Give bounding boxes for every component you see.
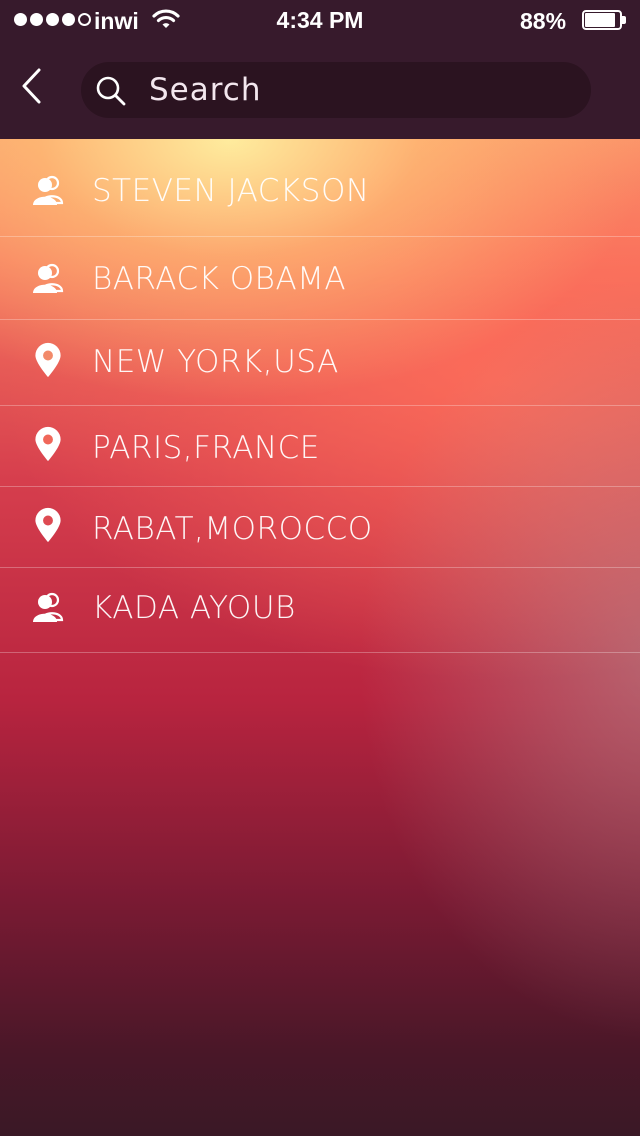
- search-bar[interactable]: [81, 62, 591, 118]
- back-button[interactable]: [14, 64, 54, 108]
- chevron-left-icon: [22, 68, 41, 104]
- list-item-label: BARACK OBAMA: [92, 261, 347, 297]
- status-bar: inwi 4:34 PM 88%: [0, 0, 640, 40]
- list-item-label: RABAT,MOROCCO: [92, 511, 373, 547]
- list-item-steven-jackson[interactable]: STEVEN JACKSON: [0, 139, 640, 237]
- list-item-label: NEW YORK,USA: [92, 344, 339, 380]
- location-pin-icon: [35, 342, 61, 378]
- list-item-rabat[interactable]: RABAT,MOROCCO: [0, 487, 640, 568]
- location-pin-icon: [35, 507, 61, 543]
- person-icon: [33, 175, 64, 205]
- list-item-label: STEVEN JACKSON: [92, 173, 370, 209]
- list-item-kada-ayoub[interactable]: KADA AYOUB: [0, 568, 640, 653]
- list-item-label: KADA AYOUB: [92, 590, 296, 626]
- search-input[interactable]: [149, 68, 569, 112]
- battery-percentage: 88%: [520, 8, 567, 34]
- search-icon: [96, 76, 126, 106]
- list-item-new-york[interactable]: NEW YORK,USA: [0, 320, 640, 406]
- list-item-paris[interactable]: PARIS,FRANCE: [0, 406, 640, 487]
- list-item-barack-obama[interactable]: BARACK OBAMA: [0, 237, 640, 320]
- battery-icon: [582, 10, 626, 30]
- search-results-list: STEVEN JACKSON BARACK OBAMA NEW YORK,USA…: [0, 139, 640, 653]
- list-item-label: PARIS,FRANCE: [92, 430, 320, 466]
- navigation-bar: [0, 40, 640, 139]
- location-pin-icon: [35, 426, 61, 462]
- person-icon: [33, 592, 64, 622]
- battery-fill: [585, 13, 615, 27]
- person-icon: [33, 263, 64, 293]
